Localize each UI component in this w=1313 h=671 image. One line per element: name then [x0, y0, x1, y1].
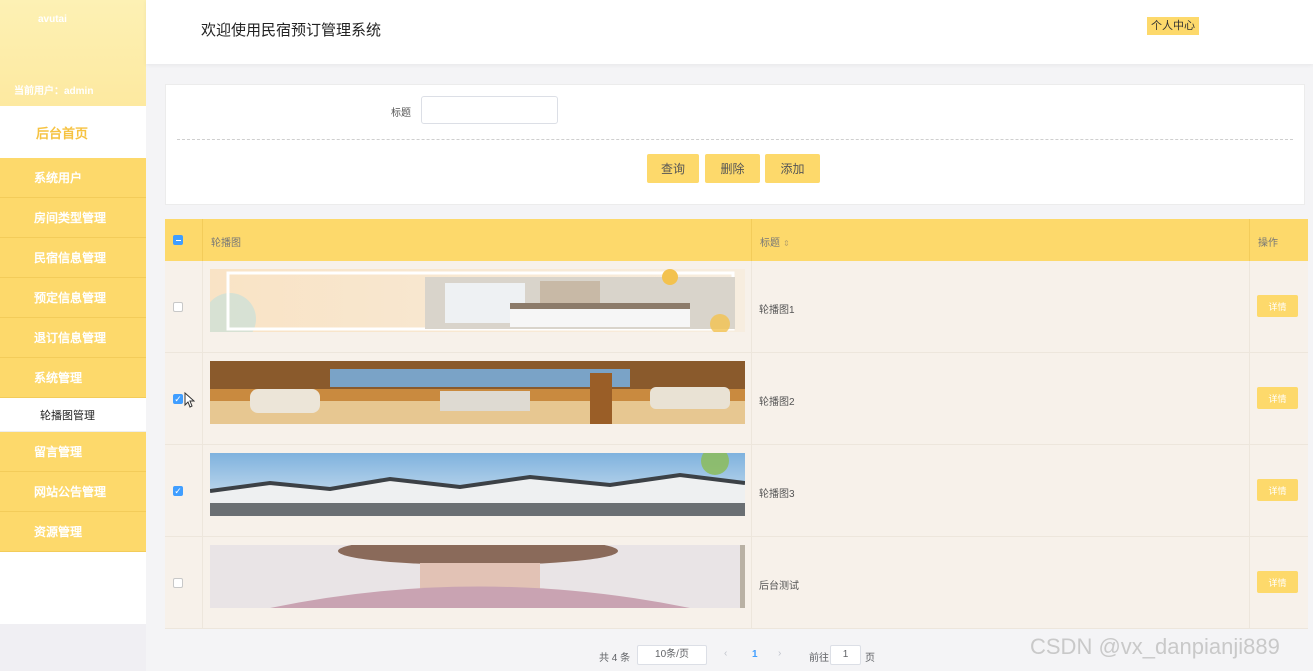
title-filter-label: 标题 [391, 108, 411, 119]
delete-button[interactable]: 删除 [705, 154, 760, 183]
column-header-title[interactable]: 标题 ⇕ [760, 234, 790, 249]
sidebar-spacer [0, 552, 146, 624]
row-checkbox[interactable]: ✓ [173, 486, 183, 496]
sidebar-item-resources[interactable]: 资源管理 [0, 512, 146, 552]
goto-page-input[interactable]: 1 [830, 645, 861, 665]
table-row: ✓ 轮播图3 详情 [165, 445, 1308, 537]
row-checkbox[interactable] [173, 302, 183, 312]
column-header-image: 轮播图 [211, 238, 241, 249]
divider [177, 139, 1293, 140]
sidebar-item-cancellations[interactable]: 退订信息管理 [0, 318, 146, 358]
village-banner-image [210, 453, 745, 516]
page-title: 欢迎使用民宿预订管理系统 [201, 22, 382, 39]
sidebar: avutai 当前用户：admin 后台首页 系统用户 房间类型管理 民宿信息管… [0, 0, 146, 671]
goto-label: 前往 [809, 653, 829, 664]
query-button[interactable]: 查询 [647, 154, 699, 183]
sidebar-item-reservations[interactable]: 预定信息管理 [0, 278, 146, 318]
brand-logo: avutai [38, 14, 67, 25]
column-header-action: 操作 [1258, 238, 1278, 249]
detail-button[interactable]: 详情 [1257, 387, 1298, 409]
profile-button[interactable]: 个人中心 [1147, 17, 1199, 35]
detail-button[interactable]: 详情 [1257, 479, 1298, 501]
page-suffix-label: 页 [865, 653, 875, 664]
next-page-icon[interactable]: › [778, 648, 781, 659]
watermark: CSDN @vx_danpianji889 [1030, 634, 1280, 659]
table-row: 轮播图1 详情 [165, 261, 1308, 353]
detail-button[interactable]: 详情 [1257, 571, 1298, 593]
bedroom-banner-image [210, 269, 745, 332]
select-all-checkbox[interactable] [173, 235, 183, 245]
sidebar-item-homestay-info[interactable]: 民宿信息管理 [0, 238, 146, 278]
sidebar-subitem-carousel[interactable]: 轮播图管理 [0, 398, 146, 432]
top-header: 欢迎使用民宿预订管理系统 个人中心 [146, 0, 1313, 64]
column-header-title-text: 标题 [760, 238, 780, 249]
sidebar-item-system-users[interactable]: 系统用户 [0, 158, 146, 198]
row-checkbox[interactable]: ✓ [173, 394, 183, 404]
sidebar-item-home[interactable]: 后台首页 [0, 106, 146, 158]
prev-page-icon[interactable]: ‹ [724, 648, 727, 659]
page-size-select[interactable]: 10条/页 [637, 645, 707, 665]
row-title: 轮播图1 [759, 305, 795, 316]
sidebar-header: avutai 当前用户：admin [0, 0, 146, 106]
table-row: 后台测试 详情 [165, 537, 1308, 629]
current-user-label: 当前用户：admin [14, 86, 94, 97]
sidebar-item-system-management[interactable]: 系统管理 [0, 358, 146, 398]
row-title: 轮播图2 [759, 397, 795, 408]
sort-icon[interactable]: ⇕ [783, 239, 790, 248]
sidebar-item-messages[interactable]: 留言管理 [0, 432, 146, 472]
row-title: 轮播图3 [759, 489, 795, 500]
carousel-table: 轮播图 标题 ⇕ 操作 轮播图1 详情 ✓ 轮播图2 详情 ✓ 轮播图3 详情 … [165, 219, 1308, 629]
table-header: 轮播图 标题 ⇕ 操作 [165, 219, 1308, 261]
page-number[interactable]: 1 [752, 649, 758, 660]
add-button[interactable]: 添加 [765, 154, 820, 183]
portrait-banner-image [210, 545, 745, 608]
sidebar-item-announcements[interactable]: 网站公告管理 [0, 472, 146, 512]
detail-button[interactable]: 详情 [1257, 295, 1298, 317]
table-row: ✓ 轮播图2 详情 [165, 353, 1308, 445]
row-title: 后台测试 [759, 581, 799, 592]
search-panel: 标题 查询 删除 添加 [165, 84, 1305, 205]
title-filter-input[interactable] [421, 96, 558, 124]
sidebar-menu: 系统用户 房间类型管理 民宿信息管理 预定信息管理 退订信息管理 系统管理 轮播… [0, 158, 146, 624]
row-checkbox[interactable] [173, 578, 183, 588]
lounge-banner-image [210, 361, 745, 424]
sidebar-item-room-types[interactable]: 房间类型管理 [0, 198, 146, 238]
total-count: 共 4 条 [599, 653, 631, 664]
mouse-cursor-icon [184, 391, 196, 411]
